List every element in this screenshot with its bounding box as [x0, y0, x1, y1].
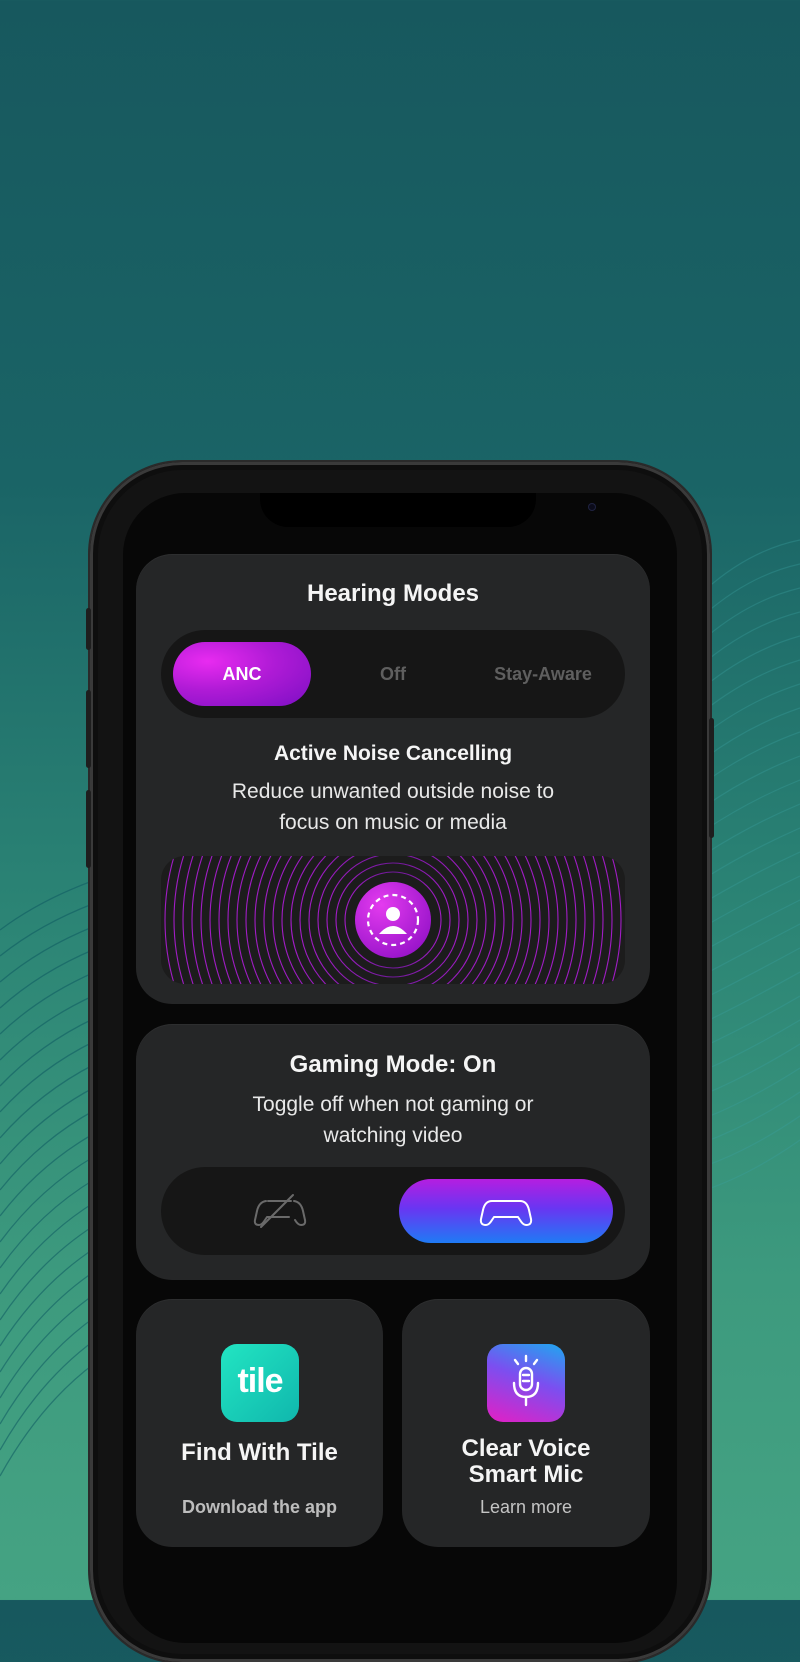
smart-mic-subtitle[interactable]: Learn more: [402, 1497, 650, 1518]
mode-anc-button[interactable]: ANC: [173, 642, 311, 706]
wave-line: [704, 707, 800, 759]
phone-mute-switch: [86, 608, 91, 650]
mode-description-line1: Reduce unwanted outside noise to: [231, 780, 555, 803]
wave-line: [0, 1201, 96, 1295]
wave-line: [704, 755, 800, 807]
gaming-off-button[interactable]: [173, 1179, 387, 1243]
wave-line: [704, 659, 800, 711]
wave-line: [704, 851, 800, 903]
hearing-mode-selector: ANC Off Stay-Aware: [161, 630, 625, 718]
wave-line: [0, 1040, 96, 1113]
wave-line: [704, 539, 800, 591]
tile-card-title: Find With Tile: [181, 1439, 338, 1466]
wave-line: [0, 1132, 96, 1217]
smart-mic-title-line2: Smart Mic: [468, 1461, 584, 1488]
tile-card[interactable]: tile Find With Tile Download the app: [136, 1299, 383, 1547]
wave-line: [704, 683, 800, 735]
microphone-icon: [512, 1354, 540, 1407]
mode-off-button[interactable]: Off: [331, 664, 455, 685]
wave-line: [704, 731, 800, 783]
wave-line: [0, 902, 96, 957]
gaming-mode-description-line2: watching video: [323, 1124, 463, 1147]
phone-screen: Hearing Modes ANC Off Stay-Aware Active …: [123, 493, 677, 1643]
wave-line: [704, 1043, 800, 1095]
gaming-mode-description-line1: Toggle off when not gaming or: [252, 1093, 534, 1116]
tile-card-subtitle[interactable]: Download the app: [136, 1497, 383, 1518]
gaming-mode-toggle[interactable]: [161, 1167, 625, 1255]
gaming-on-button[interactable]: [399, 1179, 613, 1243]
gamepad-icon: [479, 1200, 533, 1226]
tile-logo: tile: [221, 1344, 299, 1422]
mode-stay-aware-button[interactable]: Stay-Aware: [473, 664, 613, 685]
wave-line: [704, 923, 800, 975]
wave-line: [0, 1063, 96, 1139]
wave-line: [704, 1019, 800, 1071]
wave-line: [0, 994, 96, 1061]
hearing-modes-card: Hearing Modes ANC Off Stay-Aware Active …: [136, 554, 650, 1004]
phone-volume-down-button: [86, 790, 91, 868]
mode-title: Active Noise Cancelling: [273, 742, 513, 765]
noise-cancelling-visual: [161, 856, 625, 984]
phone-power-button: [709, 718, 714, 838]
hearing-modes-title: Hearing Modes: [306, 580, 480, 607]
wave-line: [704, 995, 800, 1047]
gaming-mode-title: Gaming Mode: On: [289, 1051, 497, 1078]
wave-line: [704, 899, 800, 951]
wave-line: [704, 875, 800, 927]
wave-line: [704, 1091, 800, 1143]
wave-line: [704, 1139, 800, 1191]
gaming-mode-card: Gaming Mode: On Toggle off when not gami…: [136, 1024, 650, 1280]
phone-volume-up-button: [86, 690, 91, 768]
wave-line: [0, 1339, 96, 1451]
phone-notch: [260, 493, 596, 527]
wave-line: [704, 779, 800, 831]
microphone-icon-tile: [487, 1344, 565, 1422]
gamepad-off-icon: [253, 1194, 307, 1228]
wave-line: [704, 803, 800, 855]
wave-line: [704, 1067, 800, 1119]
smart-mic-card[interactable]: Clear Voice Smart Mic Learn more: [402, 1299, 650, 1547]
mode-description-line2: focus on music or media: [279, 811, 507, 834]
tile-logo-text: tile: [237, 1362, 283, 1400]
sound-rings: [161, 856, 625, 984]
wave-line: [704, 947, 800, 999]
wave-line: [0, 1086, 96, 1165]
wave-line: [704, 1115, 800, 1167]
wave-line: [704, 971, 800, 1023]
smart-mic-title-line1: Clear Voice: [461, 1435, 591, 1462]
wave-line: [0, 879, 96, 931]
wave-line: [704, 635, 800, 687]
front-camera: [588, 503, 596, 511]
wave-line: [0, 1017, 96, 1087]
wave-line: [0, 1362, 96, 1477]
wave-line: [704, 827, 800, 879]
